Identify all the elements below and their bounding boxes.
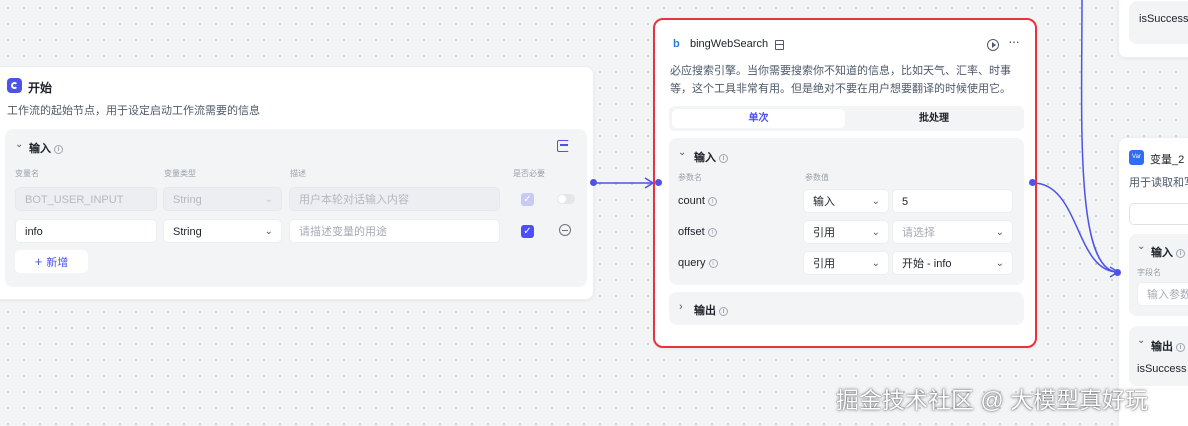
toggle-switch <box>557 194 575 204</box>
tab-single[interactable]: 单次 <box>672 109 845 128</box>
var-mode-select[interactable] <box>1129 203 1188 225</box>
col-desc: 描述 <box>290 169 306 178</box>
field-name-label: 字段名 <box>1137 268 1161 277</box>
var-output-panel: ⌄ 输出 i isSuccess <box>1129 326 1188 386</box>
start-input-title: 输入 i <box>29 140 63 156</box>
required-checkbox[interactable]: ✓ <box>521 225 534 238</box>
field-name-input[interactable]: 输入参数 <box>1137 282 1188 306</box>
edge-bing-to-var <box>1032 182 1119 273</box>
chevron-down-icon: ⌄ <box>871 227 880 238</box>
var-type-select: String ⌄ <box>163 187 282 211</box>
param-mode-select[interactable]: 引用 ⌄ <box>803 220 889 244</box>
collapse-chevron-icon[interactable]: ⌄ <box>1137 241 1145 252</box>
chevron-down-icon: ⌄ <box>871 196 880 207</box>
collapse-chevron-icon[interactable]: ⌄ <box>15 139 23 150</box>
required-checkbox: ✓ <box>521 193 534 206</box>
bing-output-title: 输出 i <box>694 302 728 318</box>
var-type-select[interactable]: String ⌄ <box>163 219 282 243</box>
info-icon: i <box>719 306 728 316</box>
bing-web-search-node[interactable]: b bingWebSearch ··· 必应搜索引擎。当你需要搜索你不知道的信息… <box>653 18 1037 348</box>
chevron-down-icon: ⌄ <box>995 258 1004 269</box>
var-desc-field[interactable]: 请描述变量的用途 <box>289 219 500 243</box>
export-icon[interactable] <box>557 140 569 152</box>
col-var-name: 变量名 <box>15 169 39 178</box>
bing-input-panel: ⌄ 输入 i 参数名 参数值 count i 输入 ⌄ 5 offset i 引用 ⌄ 请… <box>669 138 1024 285</box>
col-required: 是否必要 <box>513 169 545 178</box>
run-icon[interactable] <box>987 39 999 51</box>
bing-logo-icon: b <box>673 38 680 50</box>
var-output-title: 输出 i <box>1151 338 1185 354</box>
chevron-down-icon: ⌄ <box>995 227 1004 238</box>
info-icon: i <box>708 258 718 268</box>
collapse-chevron-icon[interactable]: ⌄ <box>1137 335 1145 346</box>
chevron-down-icon: ⌄ <box>264 194 273 205</box>
edge-arrow-head <box>644 177 655 189</box>
param-reference-select[interactable]: 开始 - info ⌄ <box>892 251 1013 275</box>
mode-tabs: 单次 批处理 <box>669 106 1024 131</box>
watermark: 掘金技术社区 @ 大模型真好玩 <box>836 387 1149 413</box>
var-desc-field: 用户本轮对话输入内容 <box>289 187 500 211</box>
var-name-field: BOT_USER_INPUT <box>15 187 157 211</box>
info-icon: i <box>1176 248 1185 258</box>
start-output-port[interactable] <box>590 179 597 186</box>
param-value-input[interactable]: 5 <box>892 189 1013 213</box>
var-node-title: 变量_2 <box>1150 154 1185 166</box>
start-node[interactable]: 开始 工作流的起始节点，用于设定启动工作流需要的信息 ⌄ 输入 i 变量名 变量类… <box>0 66 594 300</box>
edge-top-to-var <box>1080 0 1119 273</box>
more-icon[interactable]: ··· <box>1008 33 1020 49</box>
info-icon: i <box>707 196 717 206</box>
var-output-value: isSuccess <box>1137 363 1187 375</box>
var-input-title: 输入 i <box>1151 244 1185 260</box>
start-input-panel: ⌄ 输入 i 变量名 变量类型 描述 是否必要 BOT_USER_INPUT St… <box>5 129 587 287</box>
param-mode-select[interactable]: 输入 ⌄ <box>803 189 889 213</box>
start-node-icon <box>7 78 22 93</box>
param-mode-select[interactable]: 引用 ⌄ <box>803 251 889 275</box>
bing-node-title: bingWebSearch <box>690 38 769 50</box>
bing-output-port[interactable] <box>1029 179 1036 186</box>
plus-icon: + <box>34 254 43 269</box>
col-param-name: 参数名 <box>678 173 702 182</box>
upstream-output-value: isSuccess <box>1139 13 1188 25</box>
start-node-title: 开始 <box>28 81 53 95</box>
col-param-value: 参数值 <box>805 173 829 182</box>
bing-output-panel[interactable]: › 输出 i <box>669 292 1024 325</box>
bing-input-port[interactable] <box>655 179 662 186</box>
add-variable-button[interactable]: + 新增 <box>15 250 88 273</box>
info-icon: i <box>707 227 717 237</box>
col-var-type: 变量类型 <box>164 169 196 178</box>
expand-chevron-icon[interactable]: › <box>679 301 683 313</box>
info-icon: i <box>719 153 728 163</box>
document-icon <box>775 40 784 50</box>
upstream-node[interactable]: isSuccess <box>1118 0 1188 58</box>
chevron-down-icon: ⌄ <box>264 226 273 237</box>
remove-icon[interactable] <box>559 224 571 236</box>
info-icon: i <box>1176 342 1185 352</box>
var-input-port[interactable] <box>1114 269 1121 276</box>
var-badge-icon: Var <box>1129 150 1144 165</box>
upstream-output-panel: isSuccess <box>1129 1 1188 44</box>
chevron-down-icon: ⌄ <box>871 258 880 269</box>
param-name-count: count i <box>678 195 717 207</box>
collapse-chevron-icon[interactable]: ⌄ <box>678 147 686 158</box>
bing-node-description: 等，这个工具非常有用。但是绝对不要在用户想要翻译的时候使用它。 <box>670 83 1011 95</box>
var-node-description: 用于读取和写 <box>1129 177 1188 189</box>
param-name-query: query i <box>678 257 718 269</box>
bing-node-description: 必应搜索引擎。当你需要搜索你不知道的信息，比如天气、汇率、时事 <box>670 65 1011 77</box>
tab-batch[interactable]: 批处理 <box>847 109 1021 128</box>
start-node-description: 工作流的起始节点，用于设定启动工作流需要的信息 <box>7 105 260 117</box>
info-icon: i <box>54 144 63 154</box>
var-name-field[interactable]: info <box>15 219 157 243</box>
var-input-panel: ⌄ 输入 i 字段名 输入参数 <box>1129 234 1188 316</box>
bing-input-title: 输入 i <box>694 149 728 165</box>
param-reference-select[interactable]: 请选择 ⌄ <box>892 220 1013 244</box>
param-name-offset: offset i <box>678 226 717 238</box>
